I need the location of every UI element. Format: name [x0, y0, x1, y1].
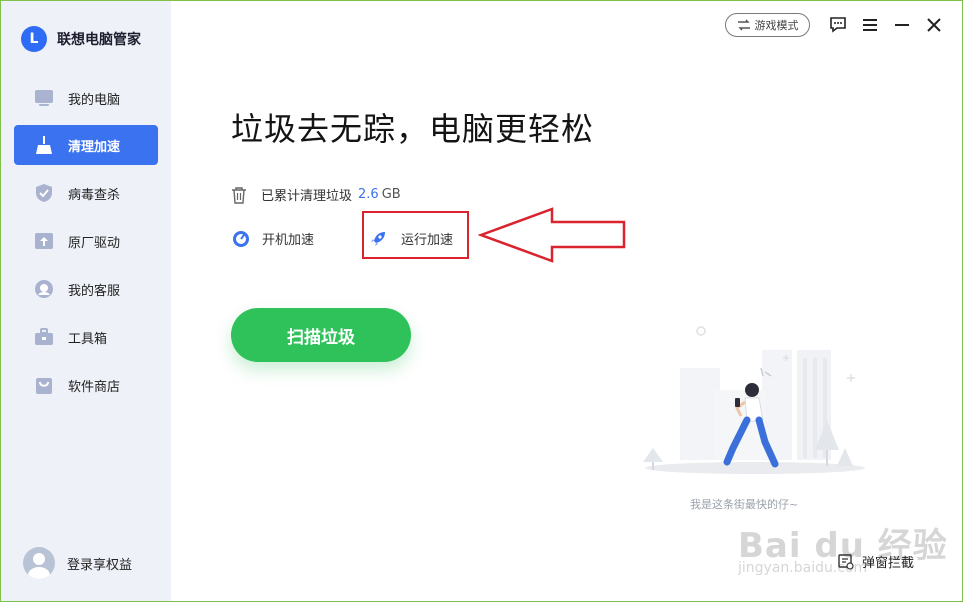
- sidebar-item-virus-scan[interactable]: 病毒查杀: [14, 173, 158, 213]
- boot-boost-label: 开机加速: [262, 233, 315, 248]
- illustration-caption: 我是这条街最快的仔~: [690, 498, 799, 511]
- sidebar-item-label: 我的客服: [68, 283, 121, 299]
- shopping-bag-icon: [34, 375, 54, 395]
- computer-icon: [34, 88, 54, 108]
- sidebar-item-label: 软件商店: [68, 379, 121, 395]
- minimize-button[interactable]: [891, 14, 913, 36]
- menu-button[interactable]: [859, 14, 881, 36]
- avatar[interactable]: [23, 547, 55, 579]
- minimize-icon: [895, 24, 909, 26]
- game-mode-button[interactable]: 游戏模式: [725, 13, 810, 37]
- close-button[interactable]: [923, 14, 945, 36]
- broom-icon: [34, 135, 54, 155]
- page-title: 垃圾去无踪，电脑更轻松: [231, 110, 595, 148]
- toolbox-icon: [34, 327, 54, 347]
- sidebar-item-drivers[interactable]: 原厂驱动: [14, 221, 158, 261]
- close-icon: [927, 18, 941, 32]
- headset-icon: [34, 279, 54, 299]
- popup-block-icon: [838, 553, 854, 570]
- driver-icon: [34, 231, 54, 251]
- lenovo-logo-icon: L: [21, 26, 47, 52]
- sidebar-item-label: 我的电脑: [68, 92, 121, 108]
- sidebar-item-label: 病毒查杀: [68, 187, 121, 203]
- cleaned-total-stat: 已累计清理垃圾 2.6 GB: [231, 185, 401, 204]
- annotation-highlight-box: [362, 211, 469, 259]
- login-area[interactable]: 登录享权益: [23, 547, 132, 579]
- menu-icon: [863, 19, 877, 31]
- runner-illustration: [643, 326, 865, 474]
- sidebar-item-label: 清理加速: [68, 139, 121, 155]
- stat-unit: GB: [381, 187, 401, 202]
- stat-label: 已累计清理垃圾: [261, 189, 353, 204]
- sidebar-item-software-store[interactable]: 软件商店: [14, 365, 158, 405]
- sidebar-item-customer-service[interactable]: 我的客服: [14, 269, 158, 309]
- app-logo: L 联想电脑管家: [21, 26, 141, 52]
- sidebar-item-clean-boost[interactable]: 清理加速: [14, 125, 158, 165]
- scan-junk-button[interactable]: 扫描垃圾: [231, 308, 411, 362]
- trash-icon: [232, 186, 246, 204]
- sidebar-item-toolbox[interactable]: 工具箱: [14, 317, 158, 357]
- sidebar-item-label: 原厂驱动: [68, 235, 121, 251]
- speedometer-icon: [233, 230, 249, 247]
- annotation-arrow: [478, 207, 626, 263]
- chat-bubble-icon: [830, 17, 846, 33]
- login-label[interactable]: 登录享权益: [67, 554, 132, 573]
- boot-boost-option[interactable]: 开机加速: [232, 229, 314, 248]
- game-mode-label: 游戏模式: [754, 19, 799, 32]
- shield-icon: [34, 183, 54, 203]
- stat-value: 2.6: [358, 187, 379, 202]
- app-title: 联想电脑管家: [57, 32, 141, 48]
- sidebar-item-my-computer[interactable]: 我的电脑: [14, 78, 158, 118]
- feedback-button[interactable]: [827, 14, 849, 36]
- popup-block-button[interactable]: 弹窗拦截: [838, 552, 914, 571]
- sidebar: L 联想电脑管家 我的电脑 清理加速 病毒查杀 原厂驱动 我的客服 工具箱 软件…: [1, 1, 171, 601]
- popup-block-label: 弹窗拦截: [862, 556, 915, 571]
- sidebar-item-label: 工具箱: [68, 331, 108, 347]
- game-mode-icon: [737, 19, 750, 31]
